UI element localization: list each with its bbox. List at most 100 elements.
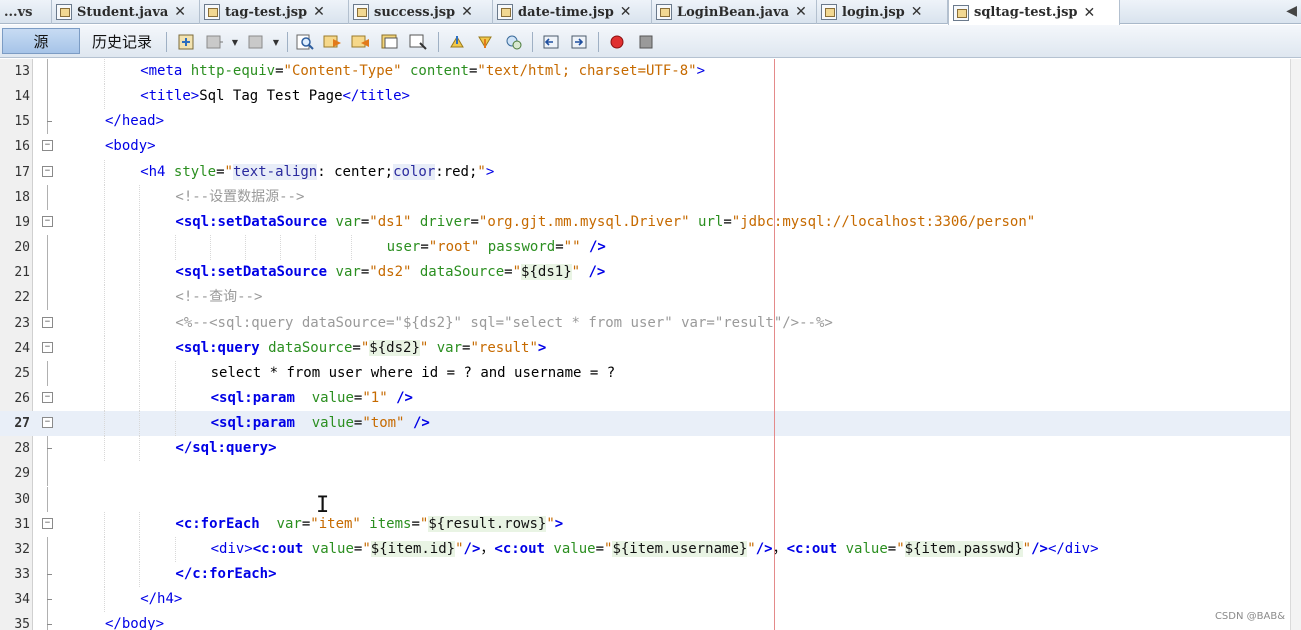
tab-student-java[interactable]: Student.java ✕ bbox=[52, 0, 200, 24]
code-text[interactable]: </body> bbox=[105, 612, 164, 630]
forward-icon[interactable] bbox=[245, 31, 267, 53]
tab-list-arrow-icon[interactable]: ◀ bbox=[1286, 0, 1297, 22]
code-text[interactable]: <body> bbox=[105, 134, 156, 159]
code-line[interactable]: 33 </c:forEach> bbox=[0, 562, 1290, 587]
code-text[interactable]: <!--查询--> bbox=[175, 285, 262, 310]
code-text[interactable]: <h4 style="text-align: center;color:red;… bbox=[140, 160, 494, 185]
code-line[interactable]: 16− <body> bbox=[0, 134, 1290, 159]
code-line[interactable]: 27− <sql:param value="tom" /> bbox=[0, 411, 1290, 437]
indent-guide bbox=[104, 536, 106, 562]
shift-right-icon[interactable] bbox=[568, 31, 590, 53]
history-view-button[interactable]: 历史记录 bbox=[84, 28, 160, 54]
code-text[interactable]: user="root" password="" /> bbox=[387, 235, 606, 260]
indent-guide bbox=[104, 587, 106, 613]
tab-success-jsp[interactable]: success.jsp ✕ bbox=[349, 0, 493, 24]
tab-date-time-jsp[interactable]: date-time.jsp ✕ bbox=[493, 0, 652, 24]
toggle-highlight-icon[interactable] bbox=[380, 31, 402, 53]
code-line[interactable]: 17− <h4 style="text-align: center;color:r… bbox=[0, 159, 1290, 185]
code-text[interactable]: <!--设置数据源--> bbox=[175, 185, 304, 210]
next-bookmark-icon[interactable] bbox=[474, 31, 496, 53]
toggle-bookmark-icon[interactable] bbox=[503, 31, 525, 53]
code-line[interactable]: 35 </body> bbox=[0, 612, 1290, 630]
code-text[interactable]: <sql:query dataSource="${ds2}" var="resu… bbox=[175, 336, 546, 361]
code-line[interactable]: 31− <c:forEach var="item" items="${result… bbox=[0, 511, 1290, 537]
close-icon[interactable]: ✕ bbox=[461, 4, 473, 20]
code-line[interactable]: 23− <%--<sql:query dataSource="${ds2}" sq… bbox=[0, 310, 1290, 336]
code-line[interactable]: 29 bbox=[0, 461, 1290, 487]
code-line[interactable]: 24− <sql:query dataSource="${ds2}" var="r… bbox=[0, 335, 1290, 361]
code-editor[interactable]: 13 <meta http-equiv="Content-Type" conten… bbox=[0, 59, 1290, 630]
code-line[interactable]: 25 select * from user where id = ? and us… bbox=[0, 360, 1290, 386]
shift-left-icon[interactable] bbox=[540, 31, 562, 53]
tab-overflow-item[interactable]: ...vs bbox=[0, 0, 52, 24]
fold-collapse-icon[interactable]: − bbox=[42, 391, 53, 403]
code-line[interactable]: 18 <!--设置数据源--> bbox=[0, 184, 1290, 210]
close-icon[interactable]: ✕ bbox=[174, 4, 186, 20]
code-text[interactable]: <meta http-equiv="Content-Type" content=… bbox=[140, 59, 705, 84]
code-line[interactable]: 32 <div><c:out value="${item.id}"/>，<c:ou… bbox=[0, 536, 1290, 562]
find-previous-icon[interactable] bbox=[322, 31, 344, 53]
find-icon[interactable] bbox=[294, 31, 316, 53]
code-text[interactable]: <sql:param value="tom" /> bbox=[211, 411, 430, 436]
close-icon[interactable]: ✕ bbox=[620, 4, 632, 20]
indent-guide bbox=[174, 385, 176, 411]
back-icon[interactable] bbox=[203, 31, 225, 53]
toolbar-separator bbox=[598, 32, 599, 52]
line-number: 15 bbox=[14, 114, 30, 130]
close-icon[interactable]: ✕ bbox=[1084, 5, 1096, 21]
fold-collapse-icon[interactable]: − bbox=[42, 215, 53, 227]
code-text[interactable]: <%--<sql:query dataSource="${ds2}" sql="… bbox=[175, 311, 832, 336]
fold-collapse-icon[interactable]: − bbox=[42, 165, 53, 177]
source-view-button[interactable]: 源 bbox=[2, 28, 80, 54]
code-line[interactable]: 28 </sql:query> bbox=[0, 436, 1290, 462]
fold-collapse-icon[interactable]: − bbox=[42, 341, 53, 353]
code-line[interactable]: 13 <meta http-equiv="Content-Type" conten… bbox=[0, 59, 1290, 84]
fold-collapse-icon[interactable]: − bbox=[42, 316, 53, 328]
code-line[interactable]: 22 <!--查询--> bbox=[0, 285, 1290, 311]
code-text[interactable]: <sql:param value="1" /> bbox=[211, 386, 413, 411]
code-line[interactable]: 20 user="root" password="" /> bbox=[0, 235, 1290, 261]
last-edit-icon[interactable] bbox=[175, 31, 197, 53]
indent-guide bbox=[139, 260, 141, 286]
code-text[interactable]: </c:forEach> bbox=[175, 562, 276, 587]
tab-sqltag-test-jsp[interactable]: sqltag-test.jsp ✕ bbox=[948, 0, 1120, 25]
fold-collapse-icon[interactable]: − bbox=[42, 140, 53, 152]
previous-bookmark-icon[interactable] bbox=[446, 31, 468, 53]
fold-guide-line bbox=[47, 59, 48, 84]
close-icon[interactable]: ✕ bbox=[911, 4, 923, 20]
fold-collapse-icon[interactable]: − bbox=[42, 517, 53, 529]
code-line[interactable]: 21 <sql:setDataSource var="ds2" dataSourc… bbox=[0, 260, 1290, 286]
code-text[interactable]: </sql:query> bbox=[175, 436, 276, 461]
code-text[interactable]: <title>Sql Tag Test Page</title> bbox=[140, 84, 410, 109]
tab-tag-test-jsp[interactable]: tag-test.jsp ✕ bbox=[200, 0, 349, 24]
code-text[interactable]: select * from user where id = ? and user… bbox=[211, 361, 616, 386]
find-next-icon[interactable] bbox=[350, 31, 372, 53]
fold-collapse-icon[interactable]: − bbox=[42, 417, 53, 429]
code-text[interactable]: <sql:setDataSource var="ds1" driver="org… bbox=[175, 210, 1035, 235]
forward-dropdown-icon[interactable]: ▼ bbox=[270, 31, 282, 53]
tab-loginbean-java[interactable]: LoginBean.java ✕ bbox=[652, 0, 817, 24]
close-icon[interactable]: ✕ bbox=[795, 4, 807, 20]
back-dropdown-icon[interactable]: ▼ bbox=[229, 31, 241, 53]
close-icon[interactable]: ✕ bbox=[313, 4, 325, 20]
code-text[interactable]: </h4> bbox=[140, 587, 182, 612]
indent-guide bbox=[104, 59, 106, 84]
code-text[interactable]: </head> bbox=[105, 109, 164, 134]
fold-guide-line bbox=[47, 612, 48, 630]
code-line[interactable]: 26− <sql:param value="1" /> bbox=[0, 385, 1290, 411]
code-line[interactable]: 15 </head> bbox=[0, 109, 1290, 135]
code-text[interactable]: <div><c:out value="${item.id}"/>，<c:out … bbox=[211, 537, 1099, 562]
code-text[interactable]: <sql:setDataSource var="ds2" dataSource=… bbox=[175, 260, 605, 285]
code-line[interactable]: 30 bbox=[0, 486, 1290, 512]
code-line[interactable]: 34 </h4> bbox=[0, 587, 1290, 613]
code-text[interactable]: <c:forEach var="item" items="${result.ro… bbox=[175, 512, 563, 537]
indent-guide bbox=[104, 436, 106, 462]
code-line[interactable]: 19− <sql:setDataSource var="ds1" driver="… bbox=[0, 209, 1290, 235]
fold-guide-line bbox=[47, 285, 48, 311]
start-macro-icon[interactable] bbox=[606, 31, 628, 53]
find-selection-icon[interactable] bbox=[408, 31, 430, 53]
vertical-scrollbar[interactable] bbox=[1290, 59, 1301, 630]
tab-login-jsp[interactable]: login.jsp ✕ bbox=[817, 0, 948, 24]
stop-macro-icon[interactable] bbox=[635, 31, 657, 53]
code-line[interactable]: 14 <title>Sql Tag Test Page</title> bbox=[0, 84, 1290, 110]
